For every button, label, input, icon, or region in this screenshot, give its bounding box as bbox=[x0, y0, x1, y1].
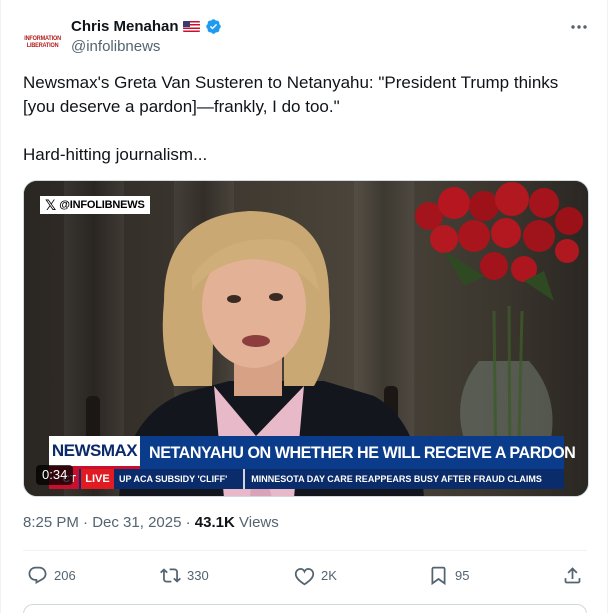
tweet-text-line-1: Newsmax's Greta Van Susteren to Netanyah… bbox=[23, 73, 559, 116]
repost-icon bbox=[160, 567, 181, 583]
more-dots-icon bbox=[571, 25, 587, 29]
views-label: Views bbox=[239, 514, 279, 531]
repost-button[interactable]: 330 bbox=[160, 562, 209, 588]
divider bbox=[23, 550, 587, 551]
author-name-row: Chris Menahan bbox=[71, 16, 222, 36]
video-duration: 0:34 bbox=[36, 465, 74, 485]
more-options-button[interactable] bbox=[569, 17, 589, 37]
ticker-separator bbox=[243, 469, 246, 489]
avatar-text-line-1: INFORMATION bbox=[24, 35, 62, 42]
ticker-item: UP ACA SUBSIDY 'CLIFF' bbox=[119, 474, 228, 484]
views-count: 43.1K bbox=[194, 514, 235, 531]
share-icon bbox=[564, 566, 581, 583]
news-lower-third: NEWSMAX NETANYAHU ON WHETHER HE WILL REC… bbox=[49, 436, 576, 491]
bookmark-button[interactable]: 95 bbox=[428, 562, 469, 588]
heart-icon bbox=[294, 567, 315, 585]
us-flag-icon bbox=[182, 20, 200, 32]
watermark-text: @INFOLIBNEWS bbox=[59, 199, 145, 211]
reply-icon bbox=[28, 566, 47, 584]
video-watermark: 𝕏 @INFOLIBNEWS bbox=[40, 196, 150, 214]
reply-button[interactable]: 206 bbox=[27, 562, 76, 588]
share-button[interactable] bbox=[562, 562, 583, 588]
tweet-metadata: 8:25 PM · Dec 31, 2025 · 43.1K Views bbox=[23, 514, 279, 531]
author-handle[interactable]: @infolibnews bbox=[71, 38, 160, 55]
ticker-item: MINNESOTA DAY CARE REAPPEARS BUSY AFTER … bbox=[251, 474, 542, 484]
action-bar: 206 330 2K 95 bbox=[23, 562, 589, 588]
tweet-time[interactable]: 8:25 PM bbox=[23, 514, 79, 531]
tweet-date[interactable]: Dec 31, 2025 bbox=[92, 514, 181, 531]
news-headline: NETANYAHU ON WHETHER HE WILL RECEIVE A P… bbox=[140, 436, 576, 469]
meta-separator: · bbox=[83, 514, 89, 531]
repost-count: 330 bbox=[187, 567, 209, 583]
reply-composer-box[interactable] bbox=[23, 604, 587, 613]
tweet-text: Newsmax's Greta Van Susteren to Netanyah… bbox=[23, 71, 588, 167]
like-count: 2K bbox=[321, 567, 337, 583]
tweet-card: INFORMATION LIBERATION Chris Menahan @in… bbox=[0, 0, 608, 613]
live-badge: LIVE bbox=[81, 469, 114, 489]
reply-count: 206 bbox=[54, 567, 76, 583]
tweet-text-line-2: Hard-hitting journalism... bbox=[23, 145, 208, 164]
meta-separator: · bbox=[185, 514, 191, 531]
like-button[interactable]: 2K bbox=[294, 562, 337, 588]
bookmark-count: 95 bbox=[455, 567, 470, 583]
news-ticker: CT LIVE UP ACA SUBSIDY 'CLIFF' MINNESOTA… bbox=[49, 469, 564, 489]
video-player[interactable]: 𝕏 @INFOLIBNEWS NEWSMAX NETANYAHU ON WHET… bbox=[23, 180, 589, 497]
verified-badge-icon bbox=[205, 18, 221, 34]
bookmark-icon bbox=[431, 566, 446, 585]
x-logo-icon: 𝕏 bbox=[45, 197, 57, 213]
avatar-text-line-2: LIBERATION bbox=[27, 42, 59, 49]
author-name[interactable]: Chris Menahan bbox=[71, 18, 179, 35]
avatar[interactable]: INFORMATION LIBERATION bbox=[23, 22, 63, 62]
